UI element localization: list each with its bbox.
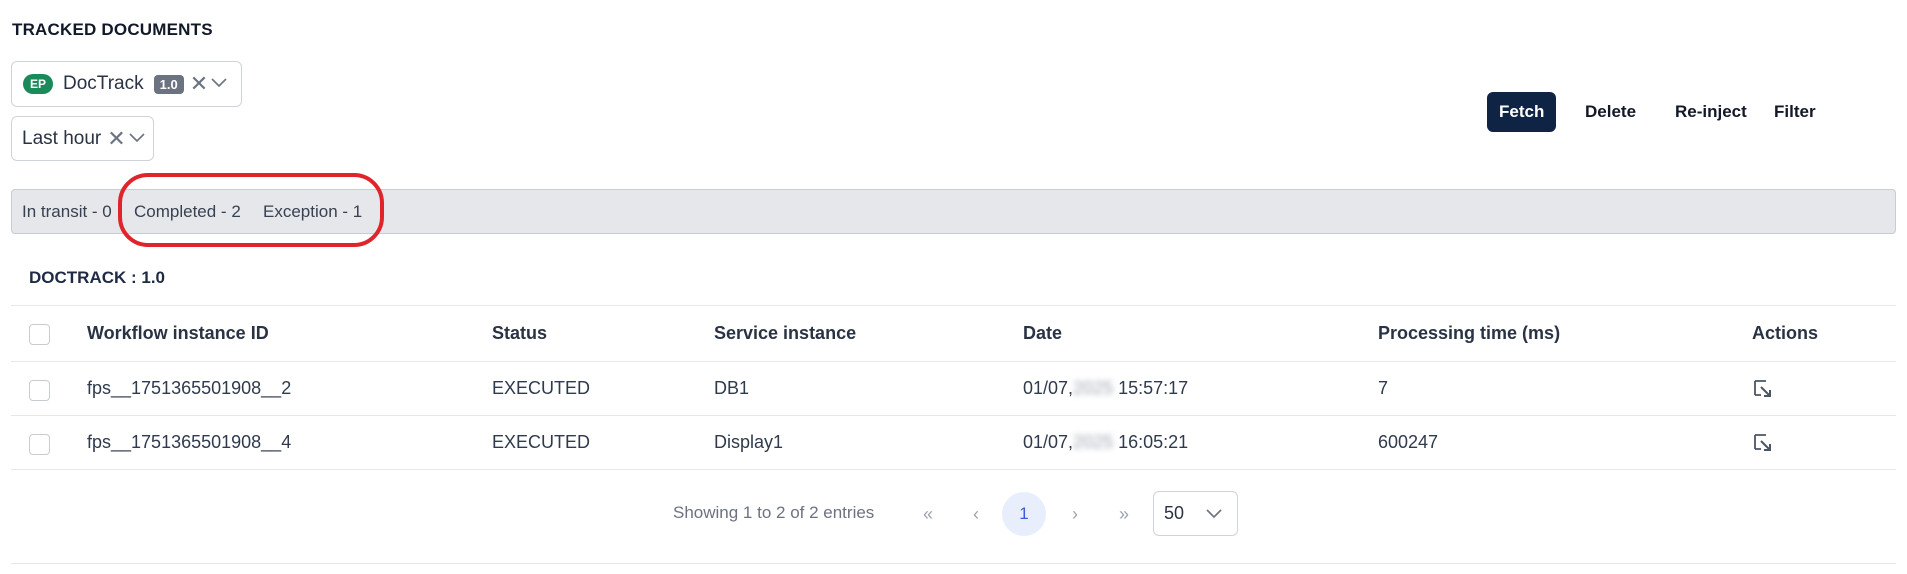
toolbar: Fetch Delete Re-inject Filter (1487, 92, 1907, 132)
workflow-instance-id: fps__1751365501908__2 (87, 378, 292, 398)
workflow-instance-id: fps__1751365501908__4 (87, 432, 292, 452)
ep-badge: EP (23, 74, 54, 94)
page-title: TRACKED DOCUMENTS (12, 20, 213, 39)
column-header-date[interactable]: Date (1023, 323, 1062, 344)
column-header-actions: Actions (1752, 323, 1819, 343)
select-all-checkbox[interactable] (29, 324, 50, 345)
close-icon[interactable]: ✕ (107, 127, 125, 150)
service-instance-cell: Display1 (714, 432, 784, 452)
chevron-down-icon[interactable] (129, 131, 145, 147)
date-time: 15:57:17 (1118, 378, 1189, 398)
table-divider (11, 305, 1896, 306)
open-details-icon[interactable] (1752, 378, 1774, 400)
service-instance-cell: DB1 (714, 378, 750, 398)
document-filter-label: DocTrack (63, 73, 144, 94)
filter-button[interactable]: Filter (1762, 92, 1828, 132)
status-cell: EXECUTED (492, 378, 591, 398)
delete-button[interactable]: Delete (1573, 92, 1648, 132)
last-page-button[interactable]: » (1109, 492, 1139, 536)
page-size-value: 50 (1164, 503, 1185, 523)
reinject-button[interactable]: Re-inject (1663, 92, 1759, 132)
chevron-down-icon[interactable] (211, 76, 227, 92)
table-divider (11, 469, 1896, 470)
processing-time-cell: 7 (1378, 378, 1389, 398)
time-range-label: Last hour (22, 127, 102, 149)
date-time: 16:05:21 (1118, 432, 1189, 452)
date-cell: 01/07,2025 15:57:17 (1023, 378, 1188, 399)
document-filter-chip[interactable]: EP DocTrack 1.0 ✕ (11, 61, 242, 107)
column-header-processing-time[interactable]: Processing time (ms) (1378, 323, 1560, 344)
first-page-button[interactable]: « (913, 492, 943, 536)
next-page-button[interactable]: › (1062, 492, 1088, 536)
date-year-redacted: 2025 (1073, 378, 1114, 398)
date-cell: 01/07,2025 16:05:21 (1023, 432, 1188, 453)
fetch-button[interactable]: Fetch (1487, 92, 1557, 132)
version-badge: 1.0 (153, 74, 184, 94)
highlight-annotation-ring (118, 173, 384, 247)
prev-page-button[interactable]: ‹ (963, 492, 989, 536)
pagination-summary: Showing 1 to 2 of 2 entries (673, 503, 875, 522)
date-day-month: 01/07, (1023, 432, 1074, 452)
chevron-down-icon (1206, 508, 1222, 518)
time-range-filter-chip[interactable]: Last hour ✕ (11, 116, 154, 161)
open-details-icon[interactable] (1752, 432, 1774, 454)
table-divider (11, 415, 1896, 416)
table-divider (11, 361, 1896, 362)
column-header-status[interactable]: Status (492, 323, 547, 344)
section-title: DOCTRACK : 1.0 (29, 268, 166, 287)
processing-time-cell: 600247 (1378, 432, 1439, 452)
page-size-select[interactable]: 50 (1153, 491, 1238, 536)
row-checkbox[interactable] (29, 380, 50, 401)
date-day-month: 01/07, (1023, 378, 1074, 398)
footer-divider (11, 563, 1896, 564)
column-header-service-instance[interactable]: Service instance (714, 323, 856, 344)
date-year-redacted: 2025 (1073, 432, 1114, 452)
status-in-transit[interactable]: In transit - 0 (22, 202, 112, 222)
close-icon[interactable]: ✕ (190, 73, 208, 95)
current-page-button[interactable]: 1 (1002, 492, 1046, 536)
column-header-workflow-id[interactable]: Workflow instance ID (87, 323, 269, 344)
status-cell: EXECUTED (492, 432, 591, 452)
row-checkbox[interactable] (29, 434, 50, 455)
